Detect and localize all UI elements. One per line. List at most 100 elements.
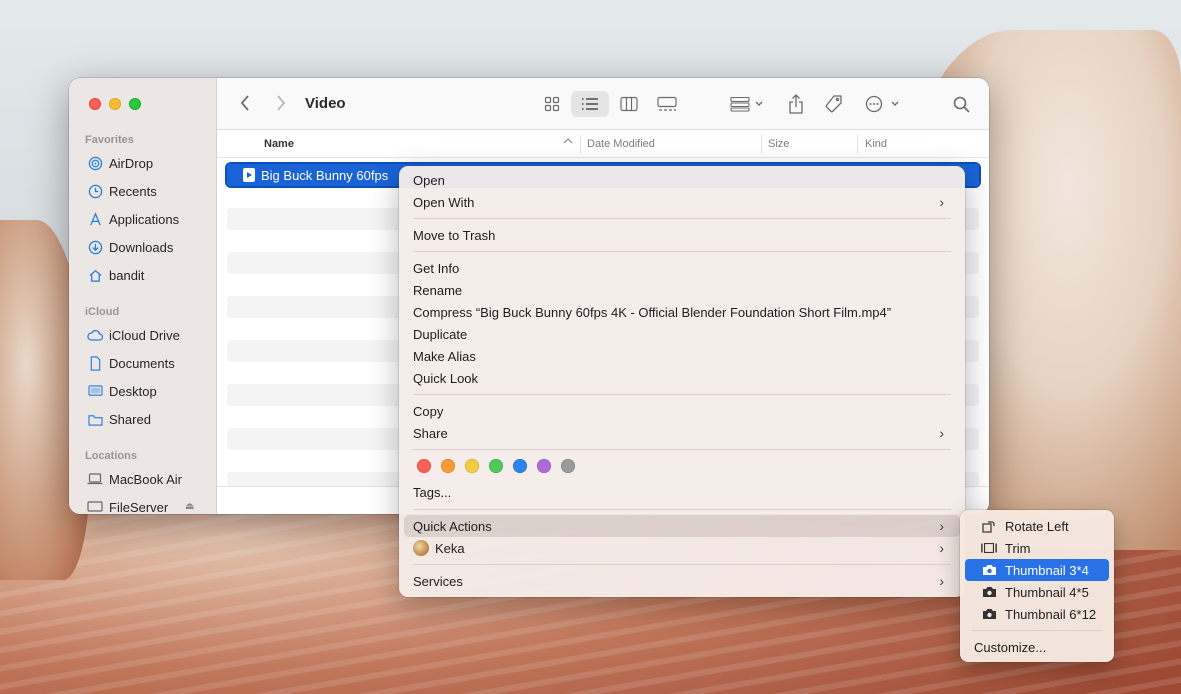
group-icon	[730, 96, 763, 112]
share-button[interactable]	[783, 91, 809, 117]
submenu-item-trim[interactable]: Trim	[965, 537, 1109, 559]
column-header-kind[interactable]: Kind	[865, 138, 887, 150]
menu-item-label: Services	[413, 573, 463, 589]
sort-chevron-icon	[563, 136, 573, 148]
menu-separator	[413, 449, 951, 450]
menu-item-tags[interactable]: Tags...	[413, 481, 451, 503]
sidebar-item-label: bandit	[109, 267, 145, 283]
action-button[interactable]	[863, 91, 903, 117]
submenu-item-label: Thumbnail 4*5	[1005, 584, 1089, 600]
share-icon	[789, 94, 803, 114]
menu-separator	[413, 564, 951, 565]
menu-item-copy[interactable]: Copy	[413, 400, 443, 422]
gallery-view-button[interactable]	[653, 91, 681, 117]
camera-icon	[981, 585, 997, 599]
ellipsis-circle-icon	[865, 95, 899, 113]
column-divider[interactable]	[761, 135, 762, 153]
sidebar-item-bandit[interactable]: bandit	[87, 264, 144, 286]
menu-item-get-info[interactable]: Get Info	[413, 257, 459, 279]
submenu-item-label: Rotate Left	[1005, 518, 1069, 534]
chevron-right-icon: ›	[939, 194, 944, 210]
sidebar-item-applications[interactable]: Applications	[87, 208, 179, 230]
sidebar: Favorites AirDrop Recents Applications D…	[69, 78, 217, 514]
column-divider[interactable]	[857, 135, 858, 153]
sidebar-header-favorites: Favorites	[85, 134, 134, 146]
menu-item-rename[interactable]: Rename	[413, 279, 462, 301]
sidebar-item-fileserver[interactable]: FileServer	[87, 496, 168, 514]
tag-color-blue[interactable]	[513, 459, 527, 473]
submenu-item-customize[interactable]: Customize...	[965, 636, 1109, 658]
close-button[interactable]	[89, 98, 101, 110]
eject-icon[interactable]: ⏏	[185, 501, 194, 512]
sidebar-item-recents[interactable]: Recents	[87, 180, 157, 202]
menu-item-compress[interactable]: Compress “Big Buck Bunny 60fps 4K - Offi…	[413, 301, 891, 323]
sidebar-item-downloads[interactable]: Downloads	[87, 236, 173, 258]
tag-color-yellow[interactable]	[465, 459, 479, 473]
sidebar-item-desktop[interactable]: Desktop	[87, 380, 157, 402]
quick-actions-submenu: Rotate Left Trim Thumbnail 3*4 Thumbnail…	[960, 510, 1114, 662]
grid-icon	[544, 96, 560, 112]
sidebar-item-airdrop[interactable]: AirDrop	[87, 152, 153, 174]
sidebar-item-label: Desktop	[109, 383, 157, 399]
sidebar-item-macbook-air[interactable]: MacBook Air	[87, 468, 182, 490]
menu-item-open-with[interactable]: Open With ›	[404, 191, 960, 213]
column-header-name[interactable]: Name	[264, 138, 294, 150]
menu-separator	[413, 509, 951, 510]
menu-item-move-to-trash[interactable]: Move to Trash	[413, 224, 495, 246]
column-header-date-modified[interactable]: Date Modified	[587, 138, 655, 150]
rotate-left-icon	[981, 519, 997, 533]
desktop-icon	[87, 383, 103, 399]
column-header-size[interactable]: Size	[768, 138, 789, 150]
submenu-item-thumbnail-3x4[interactable]: Thumbnail 3*4	[965, 559, 1109, 581]
submenu-item-label: Trim	[1005, 540, 1031, 556]
search-button[interactable]	[949, 91, 973, 117]
tag-color-red[interactable]	[417, 459, 431, 473]
list-view-button[interactable]	[571, 91, 609, 117]
tag-color-green[interactable]	[489, 459, 503, 473]
back-button[interactable]	[239, 94, 251, 118]
menu-item-make-alias[interactable]: Make Alias	[413, 345, 476, 367]
sidebar-item-label: AirDrop	[109, 155, 154, 171]
download-icon	[87, 239, 103, 255]
menu-item-label: Quick Actions	[413, 518, 492, 534]
zoom-button[interactable]	[129, 98, 141, 110]
menu-item-open[interactable]: Open	[413, 169, 445, 191]
group-by-button[interactable]	[727, 91, 767, 117]
sidebar-item-label: Recents	[109, 183, 157, 199]
tag-color-gray[interactable]	[561, 459, 575, 473]
column-divider[interactable]	[580, 135, 581, 153]
file-name: Big Buck Bunny 60fps	[261, 167, 389, 183]
gallery-icon	[657, 96, 677, 111]
sidebar-header-icloud: iCloud	[85, 306, 120, 318]
menu-item-quick-actions[interactable]: Quick Actions ›	[404, 515, 960, 537]
column-view-button[interactable]	[615, 91, 643, 117]
chevron-right-icon: ›	[939, 518, 944, 534]
minimize-button[interactable]	[109, 98, 121, 110]
sidebar-item-label: FileServer	[109, 499, 169, 515]
airdrop-icon	[87, 155, 103, 171]
sidebar-item-documents[interactable]: Documents	[87, 352, 175, 374]
menu-item-label: Open With	[413, 194, 475, 210]
menu-item-keka[interactable]: Keka ›	[404, 537, 960, 559]
submenu-item-thumbnail-4x5[interactable]: Thumbnail 4*5	[965, 581, 1109, 603]
tag-color-purple[interactable]	[537, 459, 551, 473]
submenu-item-thumbnail-6x12[interactable]: Thumbnail 6*12	[965, 603, 1109, 625]
icon-view-button[interactable]	[539, 91, 565, 117]
menu-item-label: Keka	[435, 540, 465, 556]
menu-item-services[interactable]: Services ›	[404, 570, 960, 592]
sidebar-item-icloud-drive[interactable]: iCloud Drive	[87, 324, 180, 346]
camera-icon	[981, 563, 997, 577]
tag-color-orange[interactable]	[441, 459, 455, 473]
submenu-item-rotate-left[interactable]: Rotate Left	[965, 515, 1109, 537]
applications-icon	[87, 211, 103, 227]
chevron-right-icon: ›	[939, 540, 944, 556]
context-menu: Open Open With › Move to Trash Get Info …	[399, 166, 965, 597]
tags-button[interactable]	[821, 91, 847, 117]
search-icon	[953, 96, 970, 113]
chevron-right-icon: ›	[939, 425, 944, 441]
forward-button[interactable]	[275, 94, 287, 118]
sidebar-item-shared[interactable]: Shared	[87, 408, 151, 430]
menu-item-quick-look[interactable]: Quick Look	[413, 367, 478, 389]
menu-item-duplicate[interactable]: Duplicate	[413, 323, 467, 345]
menu-item-share[interactable]: Share ›	[404, 422, 960, 444]
